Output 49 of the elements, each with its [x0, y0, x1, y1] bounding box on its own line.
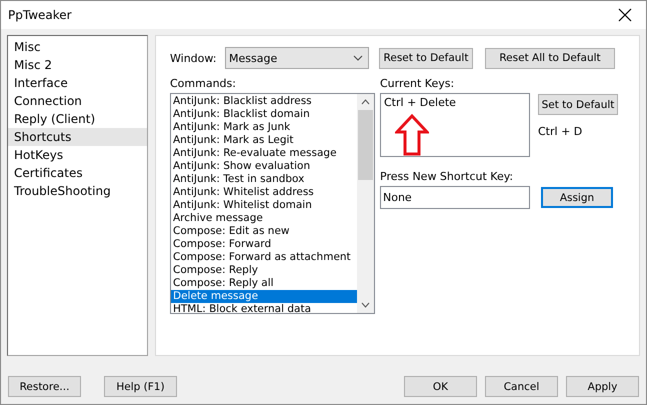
commands-label: Commands: [170, 77, 237, 90]
sidebar-item[interactable]: Misc 2 [8, 56, 147, 74]
window-title: PpTweaker [8, 8, 72, 22]
footer-button[interactable]: Apply [566, 376, 639, 397]
footer-button[interactable]: OK [404, 376, 477, 397]
command-item[interactable]: AntiJunk: Blacklist domain [171, 108, 357, 121]
scrollbar[interactable] [357, 94, 374, 313]
command-item[interactable]: AntiJunk: Blacklist address [171, 95, 357, 108]
set-to-default-button[interactable]: Set to Default [538, 94, 618, 115]
footer-button[interactable]: Restore... [8, 376, 81, 397]
shortcut-field[interactable]: None [380, 186, 530, 209]
command-item[interactable]: AntiJunk: Whitelist address [171, 186, 357, 199]
reset-to-default-button[interactable]: Reset to Default [379, 48, 473, 68]
command-item[interactable]: Compose: Forward as attachment [171, 251, 357, 264]
new-shortcut-label: Press New Shortcut Key: [380, 170, 514, 183]
command-item[interactable]: AntiJunk: Show evaluation [171, 160, 357, 173]
command-item[interactable]: AntiJunk: Re-evaluate message [171, 147, 357, 160]
arrow-icon [395, 114, 429, 156]
command-item[interactable]: Archive message [171, 212, 357, 225]
footer-button[interactable]: Cancel [485, 376, 558, 397]
window-label: Window: [170, 52, 218, 64]
command-item[interactable]: HTML: Block external data [171, 303, 357, 313]
close-icon[interactable] [618, 8, 632, 22]
command-item[interactable]: Compose: Reply [171, 264, 357, 277]
command-item[interactable]: Compose: Reply all [171, 277, 357, 290]
current-keys-label: Current Keys: [380, 77, 456, 90]
sidebar-item[interactable]: Reply (Client) [8, 110, 147, 128]
sidebar-item[interactable]: HotKeys [8, 146, 147, 164]
command-item[interactable]: AntiJunk: Mark as Junk [171, 121, 357, 134]
reset-all-button[interactable]: Reset All to Default [485, 48, 615, 68]
command-item[interactable]: Compose: Forward [171, 238, 357, 251]
command-item[interactable]: Delete message [171, 290, 357, 303]
command-item[interactable]: AntiJunk: Test in sandbox [171, 173, 357, 186]
sidebar-item[interactable]: TroubleShooting [8, 182, 147, 200]
default-keys-text: Ctrl + D [538, 125, 584, 138]
window-dropdown[interactable]: Message [225, 47, 369, 69]
sidebar-item[interactable]: Shortcuts [8, 128, 147, 146]
sidebar-item[interactable]: Connection [8, 92, 147, 110]
sidebar-item[interactable]: Certificates [8, 164, 147, 182]
chevron-down-icon [353, 55, 363, 61]
command-item[interactable]: AntiJunk: Whitelist domain [171, 199, 357, 212]
command-item[interactable]: AntiJunk: Mark as Legit [171, 134, 357, 147]
sidebar-item[interactable]: Misc [8, 38, 147, 56]
assign-button[interactable]: Assign [541, 187, 613, 208]
sidebar-item[interactable]: Interface [8, 74, 147, 92]
command-item[interactable]: Compose: Edit as new [171, 225, 357, 238]
key-item[interactable]: Ctrl + Delete [384, 96, 526, 109]
footer-button[interactable]: Help (F1) [104, 376, 177, 397]
scroll-thumb[interactable] [358, 110, 373, 180]
